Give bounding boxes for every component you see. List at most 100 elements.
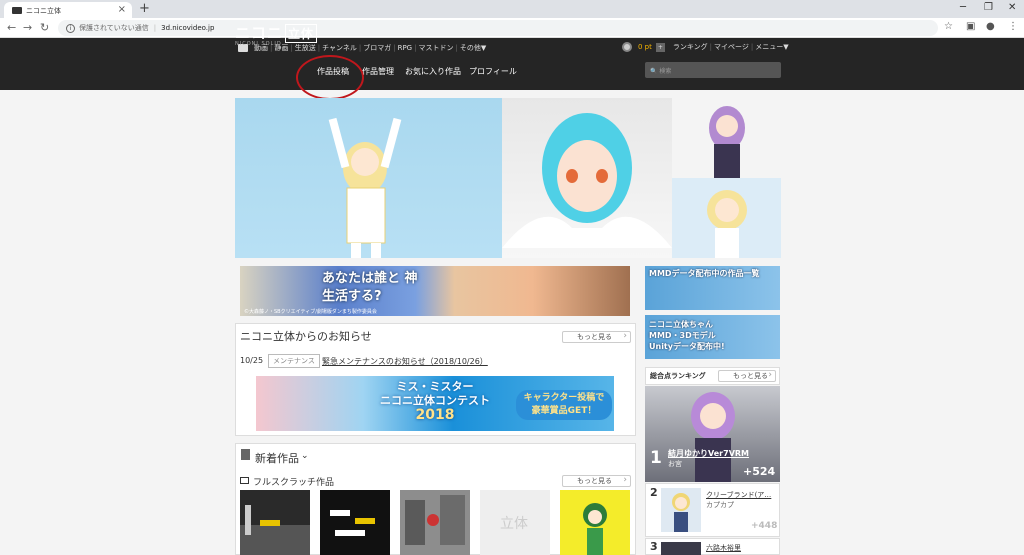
ranking-link[interactable]: ランキング bbox=[673, 42, 708, 52]
news-title: ニコニ立体からのお知らせ bbox=[240, 330, 372, 343]
ranking-title: 総合点ランキング bbox=[650, 372, 706, 380]
character-figure-1 bbox=[328, 117, 402, 258]
service-nav-blomaga[interactable]: ブロマガ bbox=[361, 43, 393, 53]
ranking-2-name[interactable]: クリーブランド(ア… bbox=[706, 490, 771, 500]
forward-arrow-icon[interactable]: → bbox=[23, 21, 32, 34]
logo-box-text: 立体 bbox=[285, 24, 318, 43]
info-icon[interactable]: i bbox=[66, 23, 75, 33]
browser-menu-icon[interactable]: ⋮ bbox=[1008, 21, 1018, 32]
ranking-2-number: 2 bbox=[650, 486, 658, 499]
ranking-2-art bbox=[672, 493, 690, 532]
profile-icon[interactable]: ● bbox=[986, 21, 995, 32]
mypage-link[interactable]: マイページ bbox=[714, 42, 749, 52]
logo-subtitle: NICONI SOLID bbox=[235, 41, 282, 47]
news-tag: メンテナンス bbox=[268, 354, 320, 368]
security-status: 保護されていない通信 bbox=[79, 24, 149, 32]
menu-link[interactable]: メニュー▼ bbox=[755, 42, 788, 52]
contest-line1: ミス・ミスター bbox=[396, 380, 474, 393]
nav-favorites[interactable]: お気に入り作品 bbox=[405, 66, 461, 77]
work-thumbnail-1[interactable] bbox=[240, 490, 310, 555]
address-bar-row: ← → ↻ i 保護されていない通信 | 3d.nicovideo.jp ☆ ▣ ● … bbox=[0, 18, 1024, 38]
contest-line3: 2018 bbox=[415, 407, 455, 423]
red-annotation-circle bbox=[296, 55, 364, 100]
contest-title: ミス・ミスター ニコニ立体コンテスト 2018 bbox=[375, 380, 495, 422]
work-thumbnail-4[interactable]: 立体 bbox=[480, 490, 550, 555]
points-value: 0 pt bbox=[638, 43, 652, 51]
ranking-1-score: +524 bbox=[743, 465, 776, 478]
movie-ad-text: あなたは誰と 神生活する? bbox=[322, 271, 418, 304]
bookmark-star-icon[interactable]: ☆ bbox=[944, 21, 953, 32]
back-arrow-icon[interactable]: ← bbox=[7, 21, 16, 34]
chevron-down-icon[interactable]: ⌄ bbox=[301, 451, 309, 461]
ranking-1-number: 1 bbox=[650, 448, 662, 468]
niconi-chan-banner-text: ニコニ立体ちゃん MMD・3Dモデル Unityデータ配布中! bbox=[649, 320, 725, 351]
work-thumbnail-3[interactable] bbox=[400, 490, 470, 555]
news-link[interactable]: 緊急メンテナンスのお知らせ（2018/10/26） bbox=[322, 356, 488, 367]
service-nav-rpg[interactable]: RPG bbox=[396, 44, 415, 52]
user-nav: 0 pt + ランキング | マイページ | メニュー▼ bbox=[622, 42, 789, 52]
service-nav-channel[interactable]: チャンネル bbox=[320, 43, 359, 53]
new-works-title: 新着作品 bbox=[255, 452, 299, 465]
new-tab-button[interactable]: + bbox=[139, 1, 150, 16]
window-close-icon[interactable]: ✕ bbox=[1008, 2, 1016, 13]
fullscratch-title: フルスクラッチ作品 bbox=[253, 478, 335, 488]
document-icon bbox=[241, 449, 250, 460]
ad-credit: ©大森藤ノ・SBクリエイティブ/劇場版ダンまち製作委員会 bbox=[244, 309, 377, 315]
browser-tab[interactable]: ニコニ立体 × bbox=[4, 2, 132, 18]
featured-banner-3[interactable] bbox=[672, 98, 781, 178]
reload-icon[interactable]: ↻ bbox=[40, 21, 49, 34]
mmd-banner-text: MMDデータ配布中の作品一覧 bbox=[649, 269, 760, 278]
service-nav-other[interactable]: その他▼ bbox=[458, 43, 488, 53]
nav-profile[interactable]: プロフィール bbox=[469, 66, 517, 77]
logo-text: ニコニ bbox=[235, 24, 284, 42]
tab-close-icon[interactable]: × bbox=[118, 4, 126, 15]
ranking-3-thumbnail[interactable] bbox=[661, 542, 701, 555]
minimize-icon[interactable]: ─ bbox=[960, 2, 966, 13]
maximize-icon[interactable]: ❐ bbox=[984, 2, 993, 13]
ranking-2-author: カプカプ bbox=[706, 501, 734, 509]
nav-manage-works[interactable]: 作品管理 bbox=[362, 66, 394, 77]
extension-icon[interactable]: ▣ bbox=[966, 21, 975, 32]
address-input[interactable]: i 保護されていない通信 | 3d.nicovideo.jp bbox=[58, 20, 938, 36]
character-figure-4 bbox=[707, 190, 747, 258]
ranking-3-name[interactable]: 六路木裕里 bbox=[706, 543, 741, 553]
fullscratch-more-button[interactable]: もっと見る bbox=[562, 475, 631, 487]
ranking-1-author: お宮 bbox=[668, 460, 682, 468]
site-header: 動画 | 静画 | 生放送 | チャンネル | ブロマガ | RPG | マストドン | その… bbox=[0, 38, 1024, 90]
points-add-icon[interactable]: + bbox=[655, 42, 665, 52]
work-thumbnail-5[interactable] bbox=[560, 490, 630, 555]
ranking-more-button[interactable]: もっと見る bbox=[718, 370, 776, 382]
browser-tabbar: ニコニ立体 × + ─ ❐ ✕ bbox=[0, 0, 1024, 18]
thumb-art-2 bbox=[330, 510, 375, 536]
address-separator: | bbox=[153, 24, 157, 32]
character-figure-3 bbox=[709, 106, 745, 178]
tab-title: ニコニ立体 bbox=[26, 7, 61, 15]
thumb-art-4: 立体 bbox=[500, 516, 528, 532]
search-placeholder: 検索 bbox=[659, 68, 672, 75]
svg-text:立体: 立体 bbox=[500, 516, 528, 532]
work-thumbnail-2[interactable] bbox=[320, 490, 390, 555]
thumb-art-3 bbox=[405, 495, 465, 545]
service-nav-mastodon[interactable]: マストドン bbox=[416, 43, 455, 53]
ranking-2-score: +448 bbox=[751, 521, 778, 531]
address-url: 3d.nicovideo.jp bbox=[161, 24, 215, 32]
news-more-button[interactable]: もっと見る bbox=[562, 331, 631, 343]
ranking-2-thumbnail[interactable] bbox=[661, 488, 701, 532]
thumb-art-5 bbox=[583, 503, 607, 555]
contest-line2: ニコニ立体コンテスト bbox=[380, 394, 490, 407]
service-nav-live[interactable]: 生放送 bbox=[293, 43, 318, 53]
points-coin-icon bbox=[622, 42, 632, 52]
ranking-3-number: 3 bbox=[650, 540, 658, 553]
featured-banner-1[interactable] bbox=[235, 98, 502, 258]
featured-banner-2[interactable] bbox=[502, 98, 672, 258]
ranking-1-name[interactable]: 結月ゆかりVer7VRM bbox=[668, 448, 749, 459]
featured-banner-4[interactable] bbox=[672, 178, 781, 258]
character-figure-2 bbox=[502, 113, 672, 248]
image-icon bbox=[240, 477, 249, 484]
site-favicon-icon bbox=[12, 7, 22, 14]
thumb-art-1 bbox=[240, 505, 310, 555]
contest-badge-line2: 豪華賞品GET！ bbox=[531, 406, 597, 416]
site-logo[interactable]: ニコニ 立体 bbox=[235, 22, 318, 43]
site-search-input[interactable]: 🔍 検索 bbox=[645, 62, 781, 78]
contest-badge: キャラクター投稿で 豪華賞品GET！ bbox=[516, 390, 612, 420]
